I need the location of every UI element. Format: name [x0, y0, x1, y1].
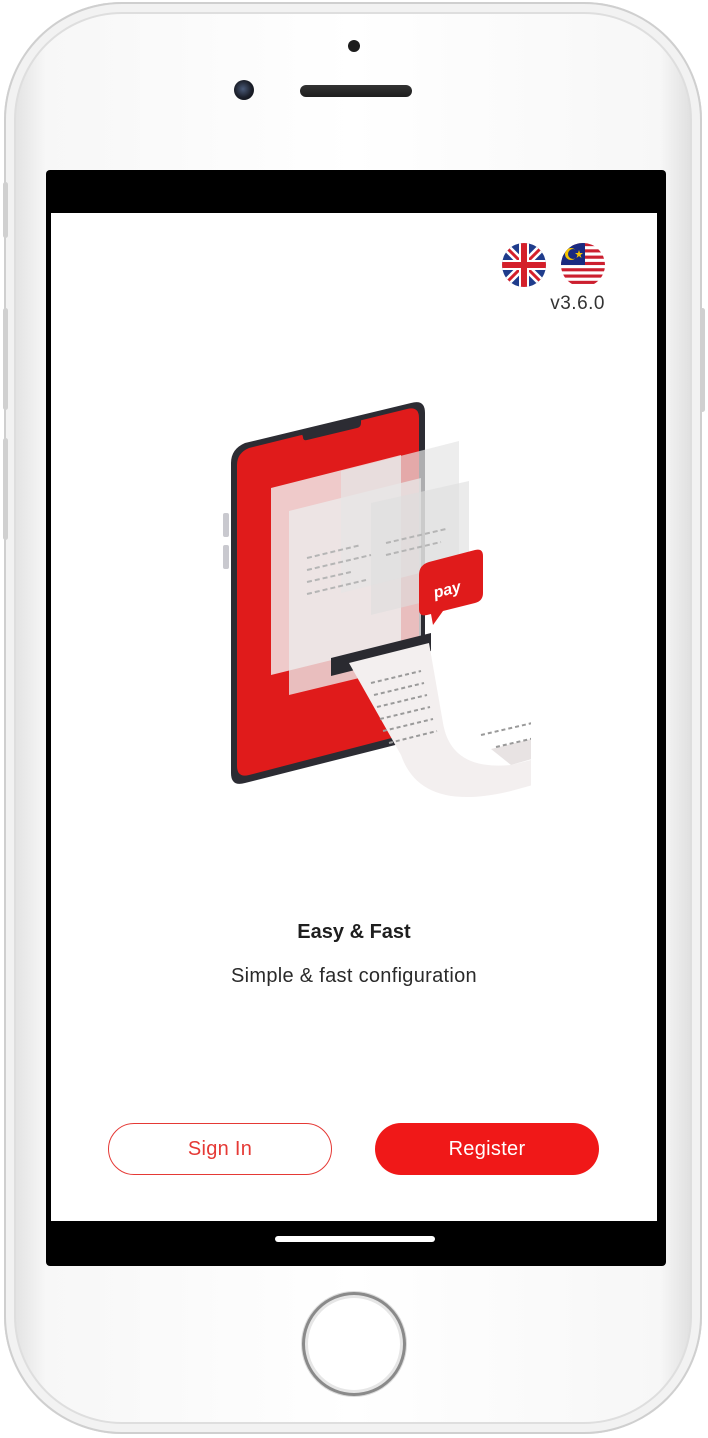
earpiece-speaker — [300, 85, 412, 97]
front-camera — [234, 80, 254, 100]
phone-receipt-illustration: pay — [223, 402, 531, 797]
power-button — [700, 308, 705, 412]
app-version-label: v3.6.0 — [550, 293, 605, 314]
register-button[interactable]: Register — [375, 1123, 599, 1175]
home-indicator[interactable] — [275, 1236, 435, 1242]
app-screen: v3.6.0 pay Easy & Fast Simple & fast con… — [51, 213, 657, 1221]
malaysia-flag-icon[interactable] — [561, 243, 605, 287]
volume-up-button — [3, 308, 8, 410]
onboarding-subtitle: Simple & fast configuration — [230, 965, 477, 987]
onboarding-title: Easy & Fast — [297, 921, 411, 943]
volume-down-button — [3, 438, 8, 540]
home-button[interactable] — [302, 1292, 406, 1396]
sign-in-button[interactable]: Sign In — [108, 1123, 332, 1175]
proximity-sensor — [348, 40, 360, 52]
uk-flag-icon[interactable] — [502, 243, 546, 287]
mute-switch — [3, 182, 8, 238]
